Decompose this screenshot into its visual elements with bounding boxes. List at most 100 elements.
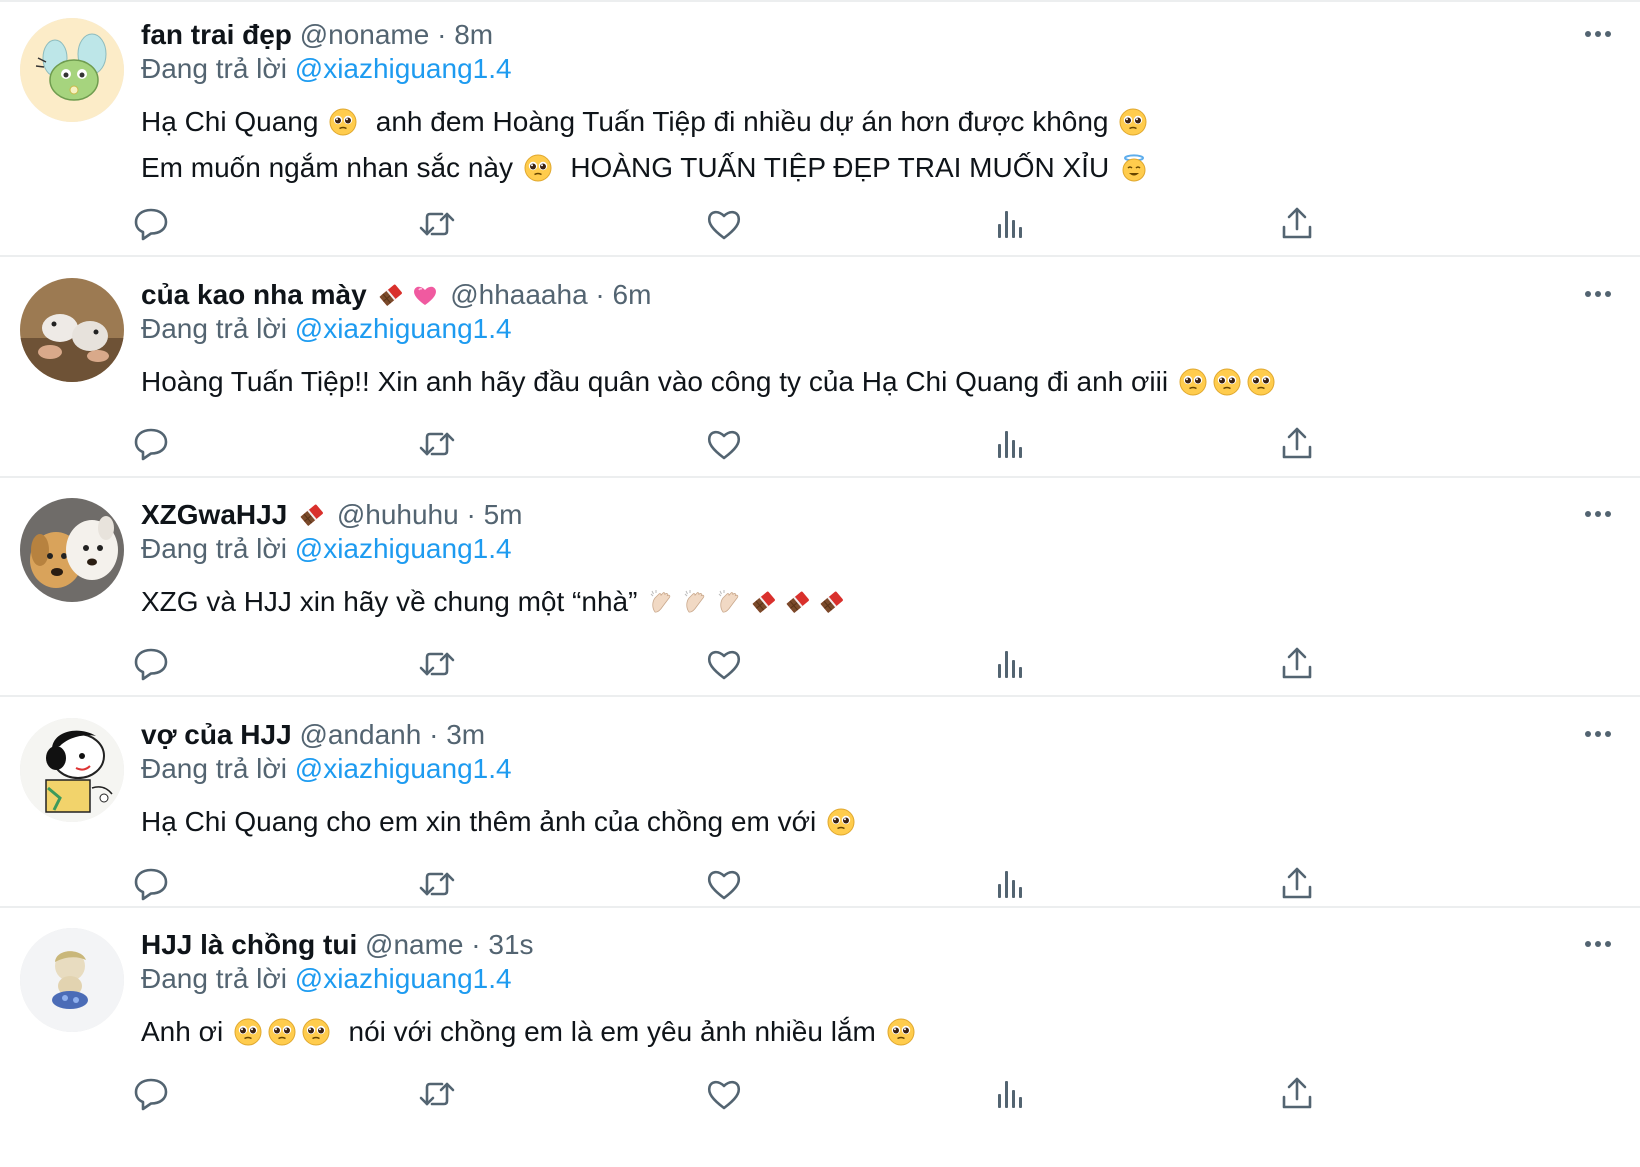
tweet-text-line: Hoàng Tuấn Tiệp!! Xin anh hãy đầu quân v… [141, 359, 1278, 405]
analytics-icon [989, 422, 1033, 466]
user-handle[interactable]: @name [365, 929, 463, 960]
more-options-button[interactable] [1578, 19, 1618, 49]
separator-dot: · [429, 19, 455, 50]
like-button[interactable] [702, 862, 746, 906]
display-name[interactable]: của kao nha mày [141, 279, 367, 310]
user-handle[interactable]: @hhaaaha [450, 279, 587, 310]
reply-button[interactable] [129, 862, 173, 906]
like-button[interactable] [702, 1072, 746, 1116]
tweet-4[interactable]: vợ của HJJ @andanh · 3m Đang trả lời @xia… [0, 712, 1640, 952]
pleading-face-icon [1247, 368, 1275, 396]
frog-avatar-icon[interactable] [20, 18, 124, 122]
like-icon [702, 862, 746, 906]
display-name[interactable]: XZGwaHJJ [141, 499, 287, 530]
tweet-5[interactable]: HJJ là chồng tui @name · 31s Đang trả lời… [0, 922, 1640, 1162]
cartoon-avatar-icon[interactable] [20, 718, 124, 822]
share-icon [1275, 642, 1319, 686]
more-options-icon [1578, 511, 1618, 533]
analytics-icon [989, 202, 1033, 246]
like-icon [702, 422, 746, 466]
like-icon [702, 202, 746, 246]
like-button[interactable] [702, 422, 746, 466]
timestamp[interactable]: 6m [613, 279, 652, 310]
analytics-button[interactable] [989, 862, 1033, 906]
display-name[interactable]: HJJ là chồng tui [141, 929, 357, 960]
text-segment: HOÀNG TUẤN TIỆP ĐẸP TRAI MUỐN XỈU [554, 152, 1117, 183]
share-button[interactable] [1275, 202, 1319, 246]
reply-button[interactable] [129, 1072, 173, 1116]
user-handle[interactable]: @huhuhu [337, 499, 459, 530]
pleading-face-icon [234, 1018, 262, 1046]
retweet-button[interactable] [415, 642, 459, 686]
dogs-avatar-icon[interactable] [20, 498, 124, 602]
retweet-icon [415, 202, 459, 246]
reply-to-handle-link[interactable]: @xiazhiguang1.4 [295, 313, 512, 344]
timestamp[interactable]: 31s [488, 929, 533, 960]
separator-dot: · [458, 499, 484, 530]
pleading-face-icon [827, 808, 855, 836]
pleading-face-icon [268, 1018, 296, 1046]
hamster-avatar-icon[interactable] [20, 278, 124, 382]
figure-avatar-icon[interactable] [20, 928, 124, 1032]
tweet-text-line: Anh ơi nói với chồng em là em yêu ảnh nh… [141, 1009, 918, 1055]
user-handle[interactable]: @noname [300, 19, 430, 50]
more-options-button[interactable] [1578, 719, 1618, 749]
reply-to-handle-link[interactable]: @xiazhiguang1.4 [295, 963, 512, 994]
tweet-1[interactable]: fan trai đẹp @noname · 8m Đang trả lời @x… [0, 12, 1640, 252]
analytics-button[interactable] [989, 202, 1033, 246]
chocolate-icon [818, 588, 846, 616]
tweet-text: Anh ơi nói với chồng em là em yêu ảnh nh… [141, 1009, 918, 1055]
more-options-button[interactable] [1578, 499, 1618, 529]
more-options-button[interactable] [1578, 279, 1618, 309]
tweet-text-line: XZG và HJJ xin hãy về chung một “nhà” [141, 579, 849, 625]
retweet-button[interactable] [415, 1072, 459, 1116]
display-name[interactable]: vợ của HJJ [141, 719, 292, 750]
share-icon [1275, 862, 1319, 906]
display-name[interactable]: fan trai đẹp [141, 19, 292, 50]
share-button[interactable] [1275, 642, 1319, 686]
tweet-text-line: Hạ Chi Quang anh đem Hoàng Tuấn Tiệp đi … [141, 99, 1151, 145]
more-options-button[interactable] [1578, 929, 1618, 959]
tweet-text: XZG và HJJ xin hãy về chung một “nhà” [141, 579, 849, 625]
analytics-button[interactable] [989, 1072, 1033, 1116]
divider [0, 255, 1640, 257]
reply-to-handle-link[interactable]: @xiazhiguang1.4 [295, 753, 512, 784]
retweet-icon [415, 862, 459, 906]
retweet-button[interactable] [415, 422, 459, 466]
more-options-icon [1578, 731, 1618, 753]
like-button[interactable] [702, 202, 746, 246]
reply-button[interactable] [129, 642, 173, 686]
timestamp[interactable]: 5m [484, 499, 523, 530]
separator-dot: · [421, 719, 447, 750]
reply-to-handle-link[interactable]: @xiazhiguang1.4 [295, 533, 512, 564]
share-button[interactable] [1275, 422, 1319, 466]
timestamp[interactable]: 8m [454, 19, 493, 50]
share-icon [1275, 202, 1319, 246]
tweet-header: XZGwaHJJ @huhuhu · 5m [141, 498, 523, 532]
retweet-icon [415, 422, 459, 466]
share-button[interactable] [1275, 862, 1319, 906]
retweet-button[interactable] [415, 862, 459, 906]
retweet-button[interactable] [415, 202, 459, 246]
tweet-header: fan trai đẹp @noname · 8m [141, 18, 493, 52]
divider [0, 695, 1640, 697]
replying-to: Đang trả lời @xiazhiguang1.4 [141, 962, 512, 996]
like-icon [702, 1072, 746, 1116]
timestamp[interactable]: 3m [446, 719, 485, 750]
reply-to-handle-link[interactable]: @xiazhiguang1.4 [295, 53, 512, 84]
analytics-button[interactable] [989, 642, 1033, 686]
reply-button[interactable] [129, 422, 173, 466]
halo-face-icon [1120, 154, 1148, 182]
text-segment: anh đem Hoàng Tuấn Tiệp đi nhiều dự án h… [360, 106, 1117, 137]
analytics-icon [989, 1072, 1033, 1116]
share-button[interactable] [1275, 1072, 1319, 1116]
more-options-icon [1578, 941, 1618, 963]
reply-button[interactable] [129, 202, 173, 246]
pleading-face-icon [887, 1018, 915, 1046]
like-button[interactable] [702, 642, 746, 686]
replying-to-label: Đang trả lời [141, 533, 287, 564]
user-handle[interactable]: @andanh [299, 719, 421, 750]
reply-feed: fan trai đẹp @noname · 8m Đang trả lời @x… [0, 0, 1640, 1167]
retweet-icon [415, 642, 459, 686]
analytics-button[interactable] [989, 422, 1033, 466]
